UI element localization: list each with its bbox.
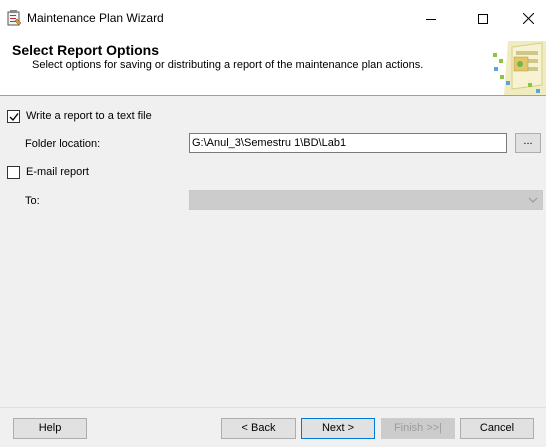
finish-button: Finish >>| — [381, 418, 455, 439]
wizard-banner-icon — [490, 37, 546, 95]
cancel-button[interactable]: Cancel — [460, 418, 534, 439]
close-icon — [522, 13, 534, 24]
title-bar[interactable]: Maintenance Plan Wizard — [0, 0, 546, 37]
minimize-icon — [426, 18, 436, 20]
folder-location-input[interactable]: G:\Anul_3\Semestru 1\BD\Lab1 — [189, 133, 507, 153]
page-subtitle: Select options for saving or distributin… — [32, 59, 424, 71]
checkmark-icon — [9, 113, 19, 122]
wizard-window: Maintenance Plan Wizard Select Report Op… — [0, 0, 546, 447]
maximize-button[interactable] — [460, 0, 506, 37]
page-title: Select Report Options — [12, 42, 160, 58]
browse-folder-button[interactable]: ... — [515, 133, 541, 153]
wizard-header: Select Report Options Select options for… — [0, 37, 546, 96]
folder-location-label: Folder location: — [25, 138, 101, 150]
next-button[interactable]: Next > — [301, 418, 375, 439]
to-label: To: — [25, 195, 40, 207]
close-button[interactable] — [505, 0, 546, 37]
write-report-label[interactable]: Write a report to a text file — [26, 110, 152, 122]
email-report-label[interactable]: E-mail report — [26, 166, 89, 178]
back-button[interactable]: < Back — [221, 418, 296, 439]
footer-divider — [0, 407, 546, 408]
help-button[interactable]: Help — [13, 418, 87, 439]
chevron-down-icon — [528, 197, 538, 203]
wizard-app-icon — [6, 10, 22, 26]
to-operator-select — [189, 190, 543, 210]
minimize-button[interactable] — [408, 0, 454, 37]
maximize-icon — [478, 13, 488, 24]
write-report-checkbox[interactable] — [7, 110, 20, 123]
window-title: Maintenance Plan Wizard — [27, 11, 164, 25]
email-report-checkbox[interactable] — [7, 166, 20, 179]
